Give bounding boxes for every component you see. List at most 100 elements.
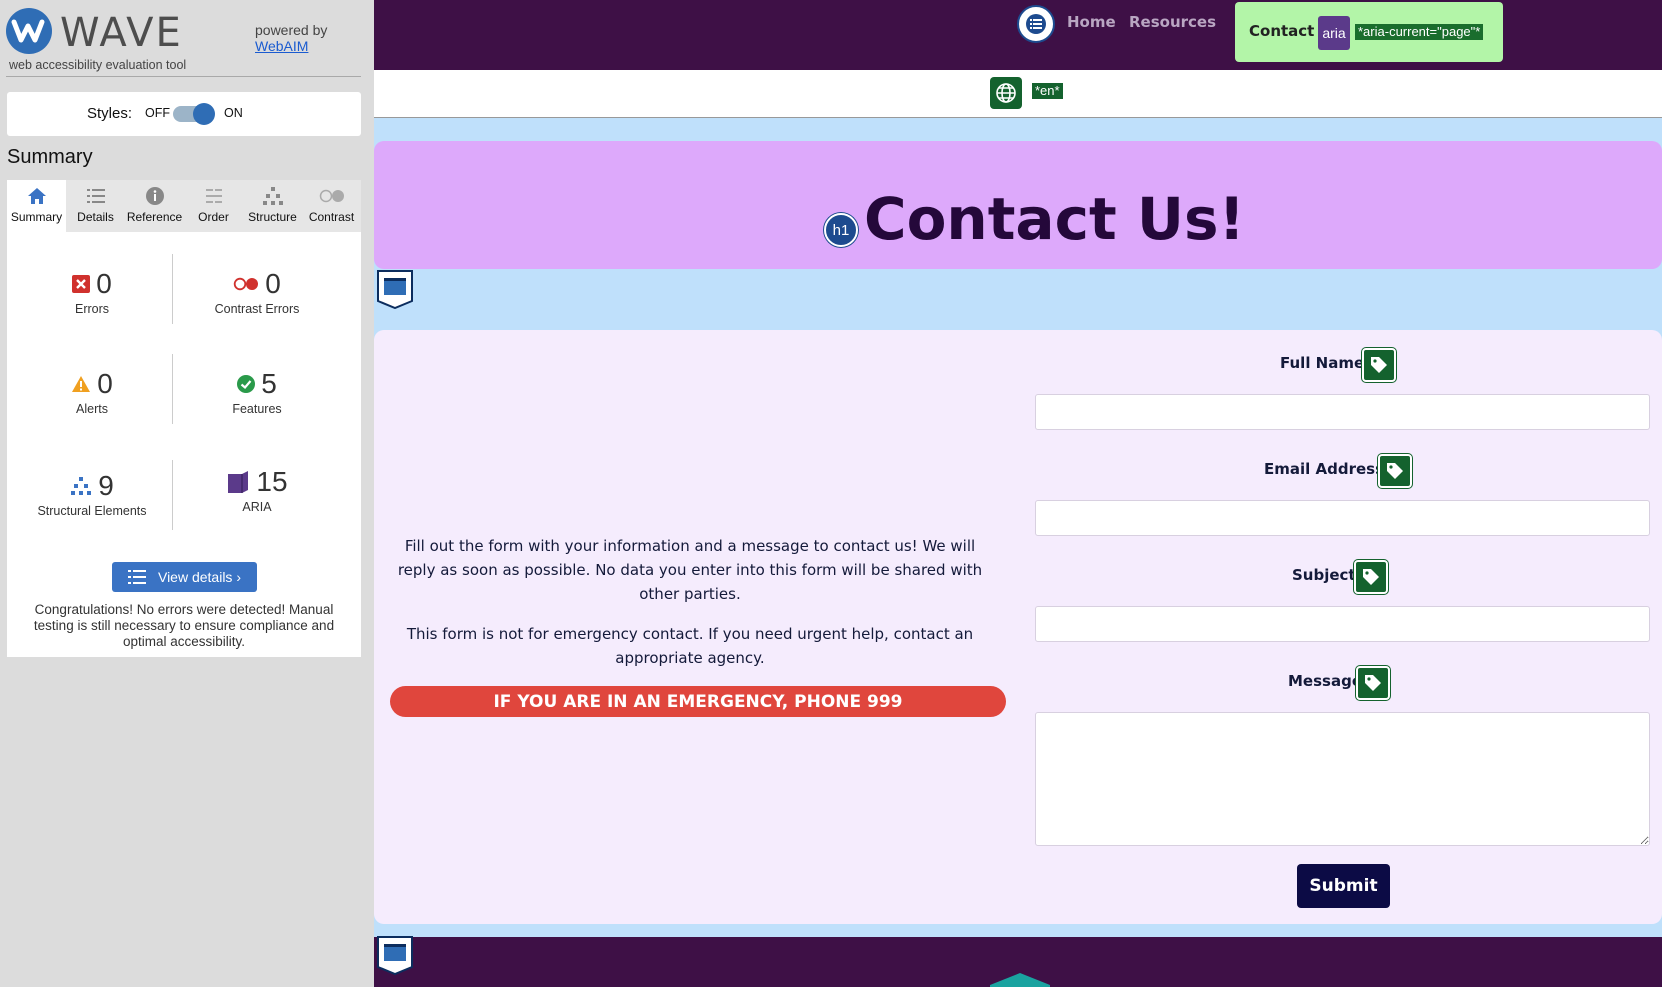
top-nav: Home Resources Contact aria *aria-curren… [374,0,1662,70]
structural-count: 9 [98,470,114,501]
structure-icon [243,184,302,208]
errors-label: Errors [74,302,110,316]
contrast-error-icon [234,277,259,291]
info-paragraph: This form is not for emergency contact. … [406,625,974,667]
nav-resources[interactable]: Resources [1129,13,1216,31]
stat-aria[interactable]: 15 ARIA [177,466,337,514]
tab-reference[interactable]: Reference [125,180,184,232]
error-icon [72,275,91,293]
wave-sidebar: WAVE web accessibility evaluation tool p… [0,0,374,987]
region-icon [377,270,413,309]
nav-contact-label: Contact [1249,22,1315,40]
globe-icon [990,77,1022,109]
subject-label: Subject [1292,566,1356,584]
stat-alerts[interactable]: 0 Alerts [12,368,172,416]
tab-reference-label: Reference [126,210,183,224]
powered-by: powered by WebAIM [255,22,327,54]
label-tag-icon [1362,348,1396,382]
order-icon [184,184,243,208]
features-count: 5 [261,368,277,399]
page-title: Contact Us! [864,185,1245,253]
site-footer [374,937,1662,987]
submit-button[interactable]: Submit [1297,864,1390,908]
toggle-on-label: ON [224,106,243,120]
tab-summary[interactable]: Summary [7,180,66,232]
label-tag-icon [1378,454,1412,488]
stat-errors[interactable]: 0 Errors [12,268,172,316]
aria-icon [228,471,249,493]
hero-banner: h1 Contact Us! [374,141,1662,269]
summary-panel: 0 Errors 0 Contrast Errors 0 Alerts 5 Fe… [7,232,361,657]
toggle-off-label: OFF [145,106,170,120]
stat-structural[interactable]: 9 Structural Elements [12,470,172,518]
lang-tag: *en* [1032,83,1063,99]
home-icon [7,184,66,208]
footer-logo-icon [990,973,1050,987]
powered-by-text: powered by [255,22,328,38]
info-icon [125,184,184,208]
alert-icon [72,376,91,392]
wave-tagline: web accessibility evaluation tool [9,58,187,72]
stat-divider [172,460,173,530]
stat-divider [172,254,173,324]
nav-contact[interactable]: Contact aria *aria-current="page"* [1235,2,1503,62]
structural-icon [71,477,92,495]
styles-toggle-knob[interactable] [193,103,215,125]
subject-input[interactable] [1035,606,1650,642]
view-details-label: View details › [157,569,241,585]
contrast-icon [302,184,361,208]
info-paragraph: Fill out the form with your information … [397,537,983,603]
errors-count: 0 [96,268,112,299]
full-name-input[interactable] [1035,394,1650,430]
list-icon [127,570,146,584]
tab-contrast[interactable]: Contrast [302,180,361,232]
structural-label: Structural Elements [37,504,147,518]
aria-label: ARIA [242,500,272,514]
styles-toggle-box: Styles: OFF ON [7,92,361,136]
feature-icon [237,375,256,393]
styles-label: Styles: [87,105,133,122]
full-name-label: Full Name [1280,354,1365,372]
tab-details-label: Details [77,210,114,224]
tab-order[interactable]: Order [184,180,243,232]
tab-order-label: Order [198,210,229,224]
tab-structure-label: Structure [248,210,297,224]
wave-logo-icon [6,8,52,54]
wave-logo: WAVE web accessibility evaluation tool p… [6,6,366,74]
label-tag-icon [1356,666,1390,700]
aria-current-tag: *aria-current="page"* [1355,24,1484,40]
region-icon [377,936,413,975]
stat-features[interactable]: 5 Features [177,368,337,416]
email-input[interactable] [1035,500,1650,536]
webaim-link[interactable]: WebAIM [255,38,327,54]
stat-contrast-errors[interactable]: 0 Contrast Errors [177,268,337,316]
stat-divider [172,354,173,424]
emergency-banner: IF YOU ARE IN AN EMERGENCY, PHONE 999 [390,686,1006,717]
tab-structure[interactable]: Structure [243,180,302,232]
aria-count: 15 [256,466,288,497]
tab-summary-label: Summary [10,210,63,224]
contrast-errors-count: 0 [265,268,281,299]
wave-tabs: Summary Details Reference Order Structur… [7,180,361,232]
language-bar: *en* [374,70,1662,118]
view-details-button[interactable]: View details › [112,562,257,592]
summary-heading: Summary [7,146,93,168]
wave-brand: WAVE [60,10,183,56]
list-icon [66,184,125,208]
aria-icon: aria [1318,16,1350,50]
contrast-errors-label: Contrast Errors [214,302,300,316]
message-label: Message [1288,672,1362,690]
message-textarea[interactable] [1035,712,1650,846]
features-label: Features [232,402,282,416]
alerts-label: Alerts [76,402,108,416]
h1-icon: h1 [824,213,858,247]
divider [6,76,361,77]
alerts-count: 0 [97,368,113,399]
tab-details[interactable]: Details [66,180,125,232]
email-label: Email Address [1264,460,1385,478]
label-tag-icon [1354,560,1388,594]
congrats-message: Congratulations! No errors were detected… [33,602,335,649]
nav-home[interactable]: Home [1067,13,1116,31]
site-preview: Home Resources Contact aria *aria-curren… [374,0,1662,987]
tab-contrast-label: Contrast [308,210,355,224]
